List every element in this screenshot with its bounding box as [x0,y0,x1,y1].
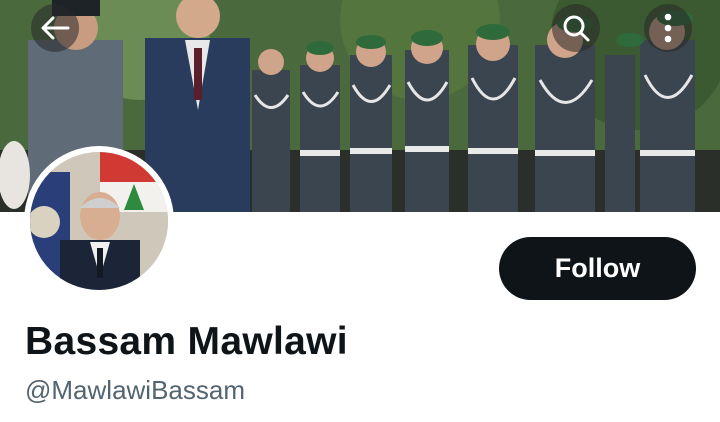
back-button[interactable] [31,4,79,52]
profile-handle: @MawlawiBassam [25,375,245,405]
search-icon [563,15,590,42]
avatar [30,152,168,290]
profile-display-name: Bassam Mawlawi [25,320,348,363]
more-options-button[interactable] [644,4,692,52]
avatar-photo [30,152,168,290]
follow-button[interactable]: Follow [499,237,696,300]
search-button[interactable] [552,4,600,52]
avatar-frame[interactable] [24,146,174,296]
more-vertical-icon [664,13,672,43]
arrow-left-icon [41,16,70,40]
